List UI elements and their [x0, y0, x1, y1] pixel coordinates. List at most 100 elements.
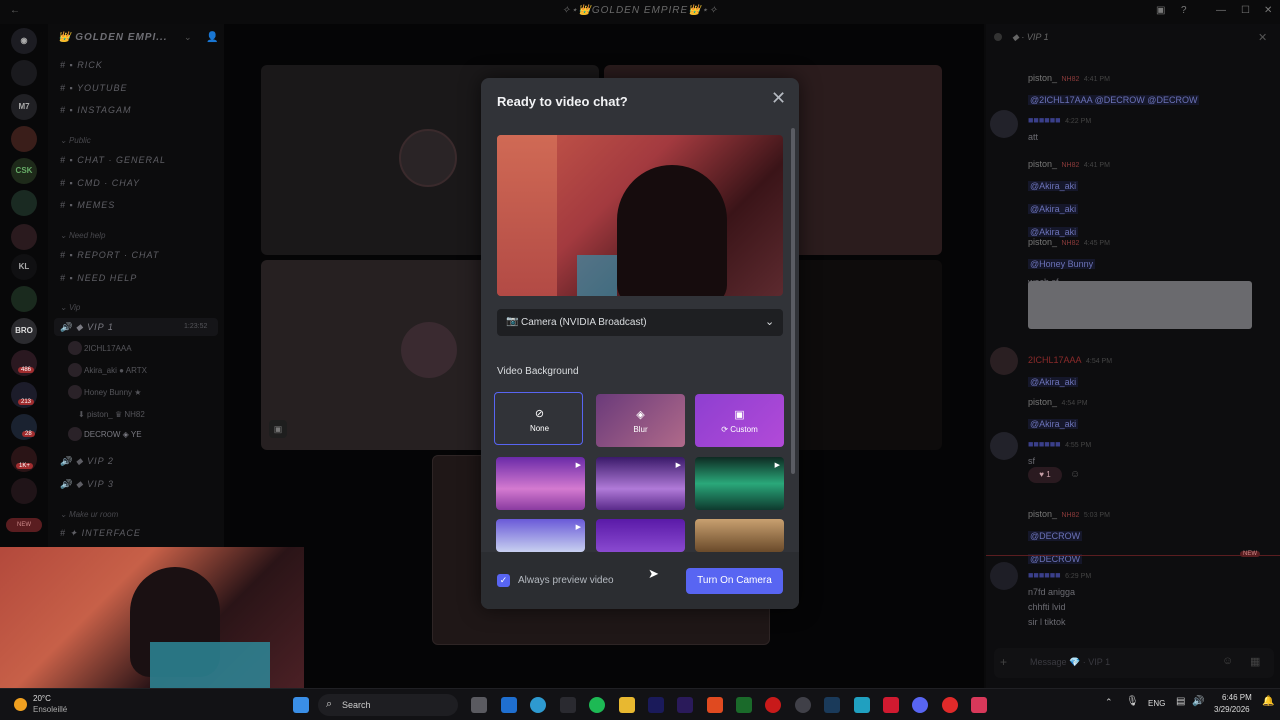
network-icon[interactable]: ▤: [1176, 696, 1185, 707]
bg-preset[interactable]: ▶: [496, 519, 585, 552]
channel-vip-3[interactable]: 🔊 ◆ VIP 3: [60, 479, 114, 490]
inbox-icon[interactable]: ▣: [1156, 5, 1165, 16]
channel-chat-general[interactable]: # ▪ CHAT · GENERAL: [60, 155, 166, 165]
channel-instagam[interactable]: # ▪ INSTAGAM: [60, 105, 132, 115]
category-vip[interactable]: ⌄ Vip: [60, 303, 80, 312]
brave-icon[interactable]: [707, 697, 723, 713]
message-input[interactable]: + Message 💎 · VIP 1 ☺ ▦: [994, 648, 1274, 678]
chevron-up-icon[interactable]: ⌃: [1105, 697, 1113, 708]
bg-preset[interactable]: ▶: [695, 457, 784, 510]
server-icon-bro[interactable]: BRO: [11, 318, 37, 344]
notification-icon[interactable]: 🔔: [1262, 696, 1274, 707]
app-icon[interactable]: [942, 697, 958, 713]
author[interactable]: piston_: [1028, 397, 1057, 407]
app-icon[interactable]: [883, 697, 899, 713]
bg-option-blur[interactable]: ◈ Blur: [596, 394, 685, 447]
server-icon[interactable]: [11, 224, 37, 250]
server-icon[interactable]: [11, 190, 37, 216]
obs-icon[interactable]: [795, 697, 811, 713]
channel-memes[interactable]: # ▪ MEMES: [60, 200, 115, 210]
category-need-help[interactable]: ⌄ Need help: [60, 231, 105, 240]
maximize-button[interactable]: ☐: [1241, 5, 1250, 16]
voice-member[interactable]: ⬇ piston_ ♛ NH82: [78, 410, 145, 419]
author[interactable]: 2ICHL17AAA: [1028, 355, 1082, 365]
channel-report-chat[interactable]: # ▪ REPORT · CHAT: [60, 250, 159, 260]
voice-member[interactable]: Akira_aki ● ARTX: [84, 366, 147, 375]
always-preview-label[interactable]: Always preview video: [518, 575, 614, 586]
add-member-icon[interactable]: 👤: [206, 32, 218, 43]
bg-preset[interactable]: ▶: [596, 457, 685, 510]
file-explorer-icon[interactable]: [619, 697, 635, 713]
server-icon-kl[interactable]: KL: [11, 254, 37, 280]
record-icon[interactable]: [765, 697, 781, 713]
weather-temp[interactable]: 20°C: [33, 694, 51, 703]
edge-icon[interactable]: [530, 697, 546, 713]
help-icon[interactable]: ?: [1181, 5, 1187, 16]
spotify-icon[interactable]: [589, 697, 605, 713]
server-icon[interactable]: [11, 286, 37, 312]
clock-time[interactable]: 6:46 PM: [1222, 693, 1252, 702]
turn-on-camera-button[interactable]: Turn On Camera: [686, 568, 783, 594]
add-attachment-icon[interactable]: +: [1000, 655, 1007, 669]
add-reaction-icon[interactable]: ☺: [1070, 469, 1080, 480]
clock-date[interactable]: 3/29/2026: [1214, 705, 1250, 714]
after-effects-icon[interactable]: [677, 697, 693, 713]
app-icon[interactable]: [971, 697, 987, 713]
voice-member[interactable]: 2ICHL17AAA: [84, 344, 132, 353]
microphone-icon[interactable]: 🎙: [1126, 696, 1139, 707]
category-make-room[interactable]: ⌄ Make ur room: [60, 510, 118, 519]
bg-preset[interactable]: [695, 519, 784, 552]
scrollbar-thumb[interactable]: [791, 128, 795, 474]
apps-icon[interactable]: ▦: [1250, 655, 1260, 668]
minimize-button[interactable]: —: [1216, 5, 1226, 16]
author[interactable]: piston_: [1028, 73, 1057, 83]
server-icon[interactable]: [11, 478, 37, 504]
server-icon-m7[interactable]: M7: [11, 94, 37, 120]
voice-member[interactable]: Honey Bunny ★: [84, 388, 141, 397]
modal-scrollbar[interactable]: [791, 128, 795, 474]
voice-member[interactable]: DECROW ◈ YE: [84, 430, 142, 439]
channel-vip-2[interactable]: 🔊 ◆ VIP 2: [60, 456, 114, 467]
app-icon[interactable]: [560, 697, 576, 713]
discord-icon[interactable]: [912, 697, 928, 713]
taskbar-search[interactable]: ⌕ Search: [318, 694, 458, 716]
steam-icon[interactable]: [824, 697, 840, 713]
channel-vip-1[interactable]: 🔊 ◆ VIP 1: [60, 322, 114, 333]
widgets-icon[interactable]: [501, 697, 517, 713]
server-icon[interactable]: [11, 60, 37, 86]
chevron-down-icon[interactable]: ⌄: [184, 32, 192, 43]
weather-desc[interactable]: Ensoleillé: [33, 705, 67, 714]
emoji-icon[interactable]: ☺: [1222, 655, 1233, 667]
category-public[interactable]: ⌄ Public: [60, 136, 91, 145]
camera-select[interactable]: 📷 Camera (NVIDIA Broadcast) ⌄: [497, 309, 783, 336]
bg-preset[interactable]: ▶: [496, 457, 585, 510]
volume-icon[interactable]: 🔊: [1192, 696, 1204, 707]
bg-option-custom[interactable]: ▣ ⟳ Custom: [695, 394, 784, 447]
channel-cmd-chay[interactable]: # ▪ CMD · CHAY: [60, 178, 140, 188]
bg-option-none[interactable]: ⊘ None: [494, 392, 583, 445]
image-attachment[interactable]: [1028, 281, 1252, 329]
server-icon[interactable]: [11, 126, 37, 152]
author[interactable]: piston_: [1028, 159, 1057, 169]
author[interactable]: piston_: [1028, 237, 1057, 247]
close-button[interactable]: ✕: [771, 88, 786, 109]
app-icon[interactable]: [736, 697, 752, 713]
task-view-icon[interactable]: [471, 697, 487, 713]
windows-start-icon[interactable]: [293, 697, 309, 713]
window-close-button[interactable]: ✕: [1264, 5, 1272, 16]
channel-rick[interactable]: # ▪ RICK: [60, 60, 103, 70]
discord-home-icon[interactable]: ◉: [11, 28, 37, 54]
server-icon-csk[interactable]: CSK: [11, 158, 37, 184]
bg-preset[interactable]: [596, 519, 685, 552]
premiere-icon[interactable]: [648, 697, 664, 713]
screen-icon[interactable]: ▣: [269, 420, 287, 438]
channel-interface[interactable]: # ✦ INTERFACE: [60, 528, 141, 539]
language-indicator[interactable]: ENG: [1148, 699, 1165, 708]
channel-youtube[interactable]: # ▪ YOUTUBE: [60, 83, 128, 93]
author[interactable]: piston_: [1028, 509, 1057, 519]
channel-need-help[interactable]: # ▪ NEED HELP: [60, 273, 137, 283]
app-icon[interactable]: [854, 697, 870, 713]
close-icon[interactable]: ✕: [1258, 31, 1267, 44]
reaction-heart[interactable]: ♥ 1: [1028, 467, 1062, 483]
always-preview-checkbox[interactable]: ✓: [497, 574, 510, 587]
